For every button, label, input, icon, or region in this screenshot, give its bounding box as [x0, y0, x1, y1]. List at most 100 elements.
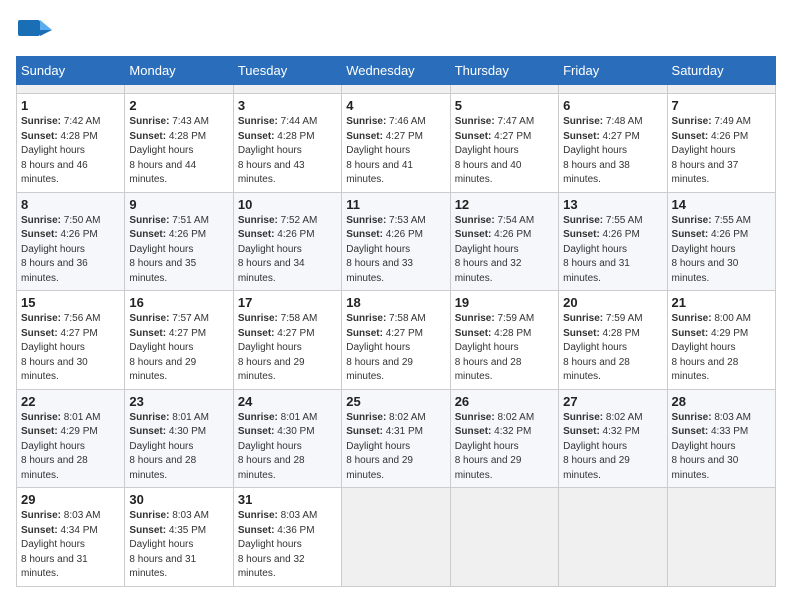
weekday-header-sunday: Sunday: [17, 57, 125, 85]
calendar-cell: 24 Sunrise: 8:01 AMSunset: 4:30 PMDayligh…: [233, 389, 341, 488]
cell-content: Sunrise: 8:01 AMSunset: 4:29 PMDaylight …: [21, 411, 120, 484]
week-row-4: 15Sunrise: 7:56 AMSunset: 4:27 PMDayligh…: [17, 291, 776, 390]
cell-content: Sunrise: 7:58 AMSunset: 4:27 PMDaylight …: [238, 312, 337, 385]
calendar-cell: 3 Sunrise: 7:44 AMSunset: 4:28 PMDaylight…: [233, 94, 341, 193]
cell-content: Sunrise: 7:49 AMSunset: 4:26 PMDaylight …: [672, 115, 771, 188]
day-number: 14: [672, 197, 771, 212]
calendar-cell: [125, 85, 233, 94]
cell-content: Sunrise: 8:00 AMSunset: 4:29 PMDaylight …: [672, 312, 771, 385]
cell-content: Sunrise: 8:03 AMSunset: 4:34 PMDaylight …: [21, 509, 120, 582]
cell-content: Sunrise: 7:44 AMSunset: 4:28 PMDaylight …: [238, 115, 337, 188]
weekday-header-thursday: Thursday: [450, 57, 558, 85]
calendar-cell: 1Sunrise: 7:42 AMSunset: 4:28 PMDaylight…: [17, 94, 125, 193]
calendar-cell: 9Sunrise: 7:51 AMSunset: 4:26 PMDaylight…: [125, 192, 233, 291]
day-number: 4: [346, 98, 445, 113]
calendar-cell: [667, 85, 775, 94]
cell-content: Sunrise: 7:59 AMSunset: 4:28 PMDaylight …: [455, 312, 554, 385]
day-number: 21: [672, 295, 771, 310]
day-number: 28: [672, 394, 771, 409]
calendar-cell: 14 Sunrise: 7:55 AMSunset: 4:26 PMDayligh…: [667, 192, 775, 291]
calendar-cell: [559, 85, 667, 94]
calendar-cell: 2Sunrise: 7:43 AMSunset: 4:28 PMDaylight…: [125, 94, 233, 193]
calendar-cell: 25 Sunrise: 8:02 AMSunset: 4:31 PMDayligh…: [342, 389, 450, 488]
weekday-header-tuesday: Tuesday: [233, 57, 341, 85]
calendar-cell: [233, 85, 341, 94]
calendar-cell: [17, 85, 125, 94]
cell-content: Sunrise: 7:55 AMSunset: 4:26 PMDaylight …: [672, 214, 771, 287]
day-number: 13: [563, 197, 662, 212]
day-number: 18: [346, 295, 445, 310]
day-number: 17: [238, 295, 337, 310]
day-number: 10: [238, 197, 337, 212]
logo: [16, 16, 58, 44]
day-number: 27: [563, 394, 662, 409]
week-row-2: 1Sunrise: 7:42 AMSunset: 4:28 PMDaylight…: [17, 94, 776, 193]
cell-content: Sunrise: 8:02 AMSunset: 4:31 PMDaylight …: [346, 411, 445, 484]
day-number: 29: [21, 492, 120, 507]
day-number: 9: [129, 197, 228, 212]
calendar-cell: 10 Sunrise: 7:52 AMSunset: 4:26 PMDayligh…: [233, 192, 341, 291]
calendar-cell: 5Sunrise: 7:47 AMSunset: 4:27 PMDaylight…: [450, 94, 558, 193]
calendar-cell: 30 Sunrise: 8:03 AMSunset: 4:35 PMDayligh…: [125, 488, 233, 587]
weekday-header-friday: Friday: [559, 57, 667, 85]
weekday-header-saturday: Saturday: [667, 57, 775, 85]
cell-content: Sunrise: 8:01 AMSunset: 4:30 PMDaylight …: [129, 411, 228, 484]
day-number: 7: [672, 98, 771, 113]
calendar-cell: 18 Sunrise: 7:58 AMSunset: 4:27 PMDayligh…: [342, 291, 450, 390]
calendar-cell: 31 Sunrise: 8:03 AMSunset: 4:36 PMDayligh…: [233, 488, 341, 587]
calendar-cell: 11Sunrise: 7:53 AMSunset: 4:26 PMDayligh…: [342, 192, 450, 291]
week-row-5: 22Sunrise: 8:01 AMSunset: 4:29 PMDayligh…: [17, 389, 776, 488]
cell-content: Sunrise: 7:59 AMSunset: 4:28 PMDaylight …: [563, 312, 662, 385]
day-number: 24: [238, 394, 337, 409]
page-header: [16, 16, 776, 44]
week-row-3: 8Sunrise: 7:50 AMSunset: 4:26 PMDaylight…: [17, 192, 776, 291]
cell-content: Sunrise: 7:53 AMSunset: 4:26 PMDaylight …: [346, 214, 445, 287]
calendar-cell: 27 Sunrise: 8:02 AMSunset: 4:32 PMDayligh…: [559, 389, 667, 488]
day-number: 26: [455, 394, 554, 409]
cell-content: Sunrise: 7:55 AMSunset: 4:26 PMDaylight …: [563, 214, 662, 287]
cell-content: Sunrise: 7:50 AMSunset: 4:26 PMDaylight …: [21, 214, 120, 287]
cell-content: Sunrise: 7:43 AMSunset: 4:28 PMDaylight …: [129, 115, 228, 188]
day-number: 16: [129, 295, 228, 310]
calendar-cell: 29 Sunrise: 8:03 AMSunset: 4:34 PMDayligh…: [17, 488, 125, 587]
cell-content: Sunrise: 7:58 AMSunset: 4:27 PMDaylight …: [346, 312, 445, 385]
cell-content: Sunrise: 7:52 AMSunset: 4:26 PMDaylight …: [238, 214, 337, 287]
calendar-cell: [342, 85, 450, 94]
logo-icon: [16, 16, 54, 44]
cell-content: Sunrise: 8:03 AMSunset: 4:35 PMDaylight …: [129, 509, 228, 582]
calendar-cell: 26 Sunrise: 8:02 AMSunset: 4:32 PMDayligh…: [450, 389, 558, 488]
calendar-cell: 28 Sunrise: 8:03 AMSunset: 4:33 PMDayligh…: [667, 389, 775, 488]
day-number: 3: [238, 98, 337, 113]
calendar-cell: 8Sunrise: 7:50 AMSunset: 4:26 PMDaylight…: [17, 192, 125, 291]
cell-content: Sunrise: 7:47 AMSunset: 4:27 PMDaylight …: [455, 115, 554, 188]
calendar-cell: 23Sunrise: 8:01 AMSunset: 4:30 PMDayligh…: [125, 389, 233, 488]
day-number: 1: [21, 98, 120, 113]
cell-content: Sunrise: 7:54 AMSunset: 4:26 PMDaylight …: [455, 214, 554, 287]
cell-content: Sunrise: 8:02 AMSunset: 4:32 PMDaylight …: [455, 411, 554, 484]
day-number: 6: [563, 98, 662, 113]
calendar-cell: [450, 488, 558, 587]
cell-content: Sunrise: 7:46 AMSunset: 4:27 PMDaylight …: [346, 115, 445, 188]
calendar-cell: [450, 85, 558, 94]
calendar-cell: 13 Sunrise: 7:55 AMSunset: 4:26 PMDayligh…: [559, 192, 667, 291]
calendar-cell: 4 Sunrise: 7:46 AMSunset: 4:27 PMDaylight…: [342, 94, 450, 193]
day-number: 25: [346, 394, 445, 409]
calendar-cell: 6Sunrise: 7:48 AMSunset: 4:27 PMDaylight…: [559, 94, 667, 193]
week-row-1: [17, 85, 776, 94]
calendar-cell: 16Sunrise: 7:57 AMSunset: 4:27 PMDayligh…: [125, 291, 233, 390]
day-number: 31: [238, 492, 337, 507]
day-number: 30: [129, 492, 228, 507]
day-number: 20: [563, 295, 662, 310]
calendar-cell: 21 Sunrise: 8:00 AMSunset: 4:29 PMDayligh…: [667, 291, 775, 390]
day-number: 19: [455, 295, 554, 310]
weekday-header-monday: Monday: [125, 57, 233, 85]
cell-content: Sunrise: 8:03 AMSunset: 4:36 PMDaylight …: [238, 509, 337, 582]
calendar-cell: 20 Sunrise: 7:59 AMSunset: 4:28 PMDayligh…: [559, 291, 667, 390]
cell-content: Sunrise: 7:56 AMSunset: 4:27 PMDaylight …: [21, 312, 120, 385]
calendar-cell: 17 Sunrise: 7:58 AMSunset: 4:27 PMDayligh…: [233, 291, 341, 390]
cell-content: Sunrise: 8:02 AMSunset: 4:32 PMDaylight …: [563, 411, 662, 484]
calendar-cell: 15Sunrise: 7:56 AMSunset: 4:27 PMDayligh…: [17, 291, 125, 390]
calendar-cell: [342, 488, 450, 587]
cell-content: Sunrise: 8:03 AMSunset: 4:33 PMDaylight …: [672, 411, 771, 484]
cell-content: Sunrise: 8:01 AMSunset: 4:30 PMDaylight …: [238, 411, 337, 484]
